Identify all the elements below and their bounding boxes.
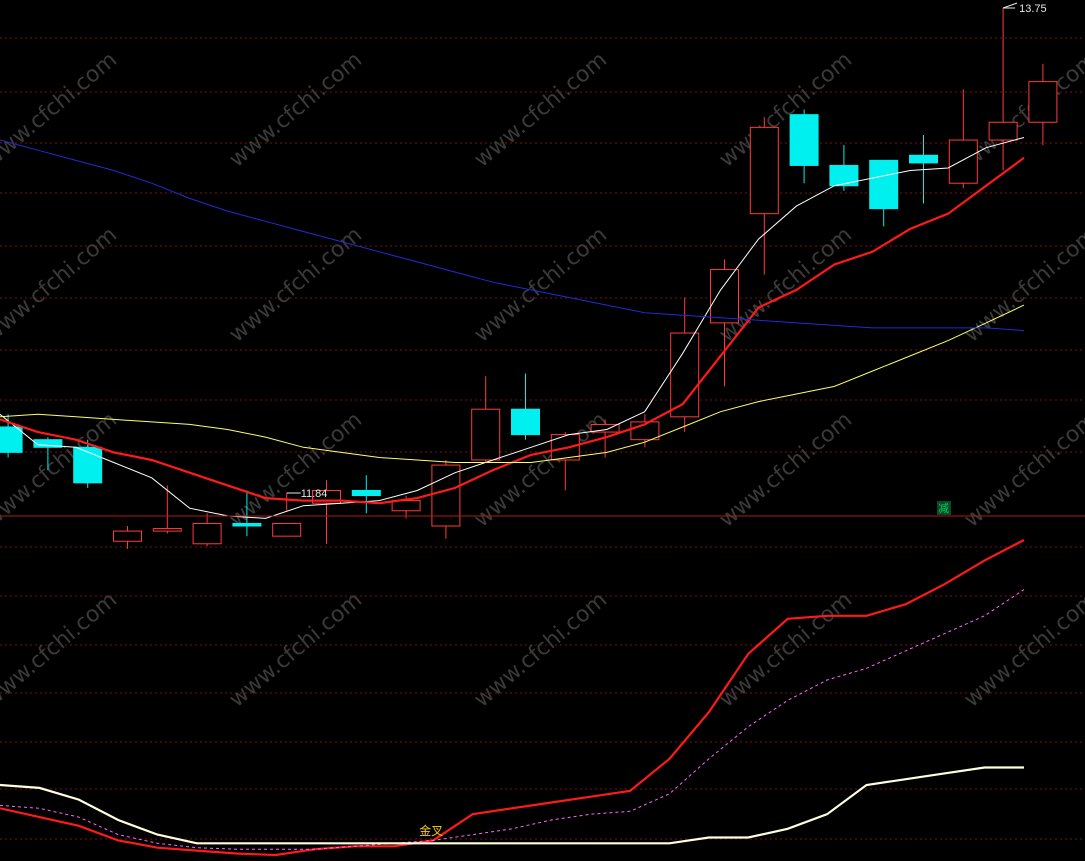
- indicator-cream-line: [0, 766, 1024, 845]
- watermark-text: www.cfchi.com: [960, 222, 1085, 347]
- candle-body: [948, 139, 978, 184]
- ma-red-line: [0, 156, 1025, 505]
- price-annotations: 13.75 11.84: [286, 2, 1047, 500]
- candle-body: [471, 408, 501, 461]
- reduce-signal-label: 减: [938, 502, 949, 515]
- candle-body: [1028, 81, 1058, 123]
- indicator-red-line: [0, 539, 1025, 857]
- watermark-text: www.cfchi.com: [715, 587, 857, 712]
- indicator-pink-dashed-line: [0, 589, 1025, 850]
- watermark-text: www.cfchi.com: [960, 47, 1085, 172]
- candle-up: [113, 526, 142, 549]
- watermark-text: www.cfchi.com: [715, 47, 857, 172]
- candle-up: [192, 513, 222, 547]
- watermark-text: www.cfchi.com: [0, 587, 122, 712]
- low-price-label: 11.84: [301, 488, 328, 500]
- candle-up: [710, 259, 739, 387]
- candle-body: [511, 408, 540, 436]
- watermark-text: www.cfchi.com: [0, 222, 122, 347]
- ma-yellow-line: [0, 304, 1025, 463]
- candle-body: [431, 464, 461, 527]
- watermark-text: www.cfchi.com: [960, 587, 1085, 712]
- candle-body: [192, 522, 222, 545]
- candle-body: [909, 154, 938, 164]
- watermark-layer: www.cfchi.com www.cfchi.com www.cfchi.com w…: [0, 47, 1085, 712]
- candle-body: [351, 489, 381, 497]
- candle-body: [710, 269, 739, 324]
- watermark-text: www.cfchi.com: [225, 587, 367, 712]
- candle-up: [152, 485, 182, 534]
- candle-body: [272, 522, 302, 537]
- watermark-text: www.cfchi.com: [470, 222, 612, 347]
- candle-down: [869, 159, 899, 227]
- watermark-text: www.cfchi.com: [225, 222, 367, 347]
- candle-body: [749, 126, 779, 215]
- candle-body: [73, 446, 103, 484]
- candle-up: [749, 117, 779, 275]
- candle-body: [391, 500, 421, 512]
- stock-chart: www.cfchi.com www.cfchi.com www.cfchi.com w…: [0, 2, 1085, 857]
- watermark-text: www.cfchi.com: [225, 407, 367, 532]
- candle-body: [988, 121, 1018, 141]
- candle-body: [829, 164, 859, 187]
- high-price-arrow: [1002, 2, 1018, 9]
- candle-down: [511, 373, 540, 440]
- candle-body: [0, 426, 23, 453]
- candle-up: [431, 459, 461, 539]
- candle-body: [670, 332, 700, 418]
- candle-body: [152, 528, 182, 532]
- watermark-text: www.cfchi.com: [225, 47, 367, 172]
- candle-body: [869, 159, 899, 210]
- candle-down: [351, 475, 381, 514]
- indicator-lines: [0, 539, 1025, 857]
- watermark-text: www.cfchi.com: [960, 407, 1085, 532]
- watermark-text: www.cfchi.com: [715, 407, 857, 532]
- candle-up: [471, 376, 501, 463]
- high-price-label: 13.75: [1019, 3, 1047, 15]
- candle-up: [948, 89, 978, 189]
- watermark-text: www.cfchi.com: [470, 47, 612, 172]
- watermark-text: www.cfchi.com: [0, 47, 122, 172]
- candle-body: [789, 114, 819, 166]
- watermark-text: www.cfchi.com: [470, 587, 612, 712]
- candle-body: [232, 522, 262, 527]
- candle-down: [789, 109, 819, 184]
- golden-cross-label: 金叉: [419, 823, 443, 838]
- candle-body: [113, 530, 142, 542]
